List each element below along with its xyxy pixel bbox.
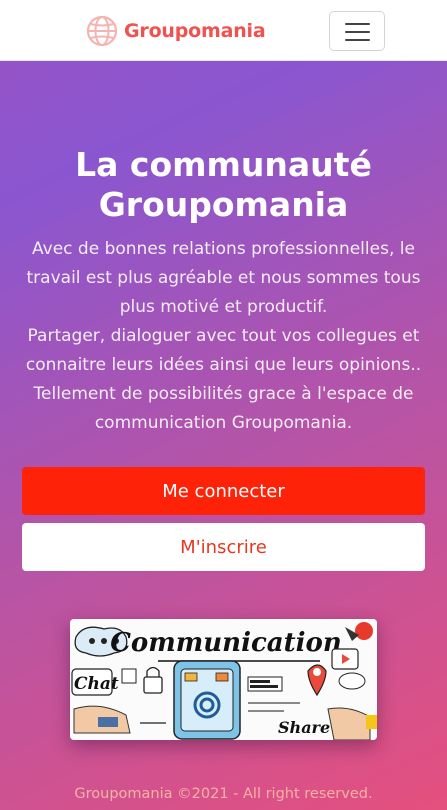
banner-headline: Communication: [110, 628, 342, 658]
hero-text-line: Partager, dialoguer avec tout vos colleg…: [27, 326, 420, 346]
banner-share-label: Share: [278, 718, 330, 737]
hero-text-line: travail est plus agréable et nous sommes…: [26, 268, 421, 288]
hero-title: La communauté Groupomania: [0, 145, 447, 225]
footer-copyright: Groupomania ©2021 - All right reserved.: [74, 786, 373, 802]
hero-text-line: plus motivé et productif.: [119, 297, 328, 317]
hero-text-line: Avec de bonnes relations professionnelle…: [32, 239, 415, 259]
hero-text-line: communication Groupomania.: [94, 413, 353, 433]
hero-title-line: La communauté: [75, 145, 372, 184]
banner-chat-label: Chat: [74, 674, 119, 694]
hero-description: Avec de bonnes relations professionnelle…: [24, 235, 423, 438]
hero-title-line: Groupomania: [98, 185, 349, 224]
menu-toggle-button[interactable]: [329, 11, 385, 51]
brand-link[interactable]: Groupomania: [86, 15, 266, 47]
login-button[interactable]: Me connecter: [22, 467, 425, 515]
signup-button[interactable]: M'inscrire: [22, 523, 425, 571]
navbar: Groupomania: [0, 0, 447, 61]
globe-icon: [86, 15, 118, 47]
communication-banner-image: Communication Chat Share: [70, 619, 377, 740]
hero-text-line: Tellement de possibilités grace à l'espa…: [33, 384, 414, 404]
brand-name: Groupomania: [124, 20, 266, 42]
hero-text-line: connaitre leurs idées ainsi que leurs op…: [25, 355, 422, 375]
